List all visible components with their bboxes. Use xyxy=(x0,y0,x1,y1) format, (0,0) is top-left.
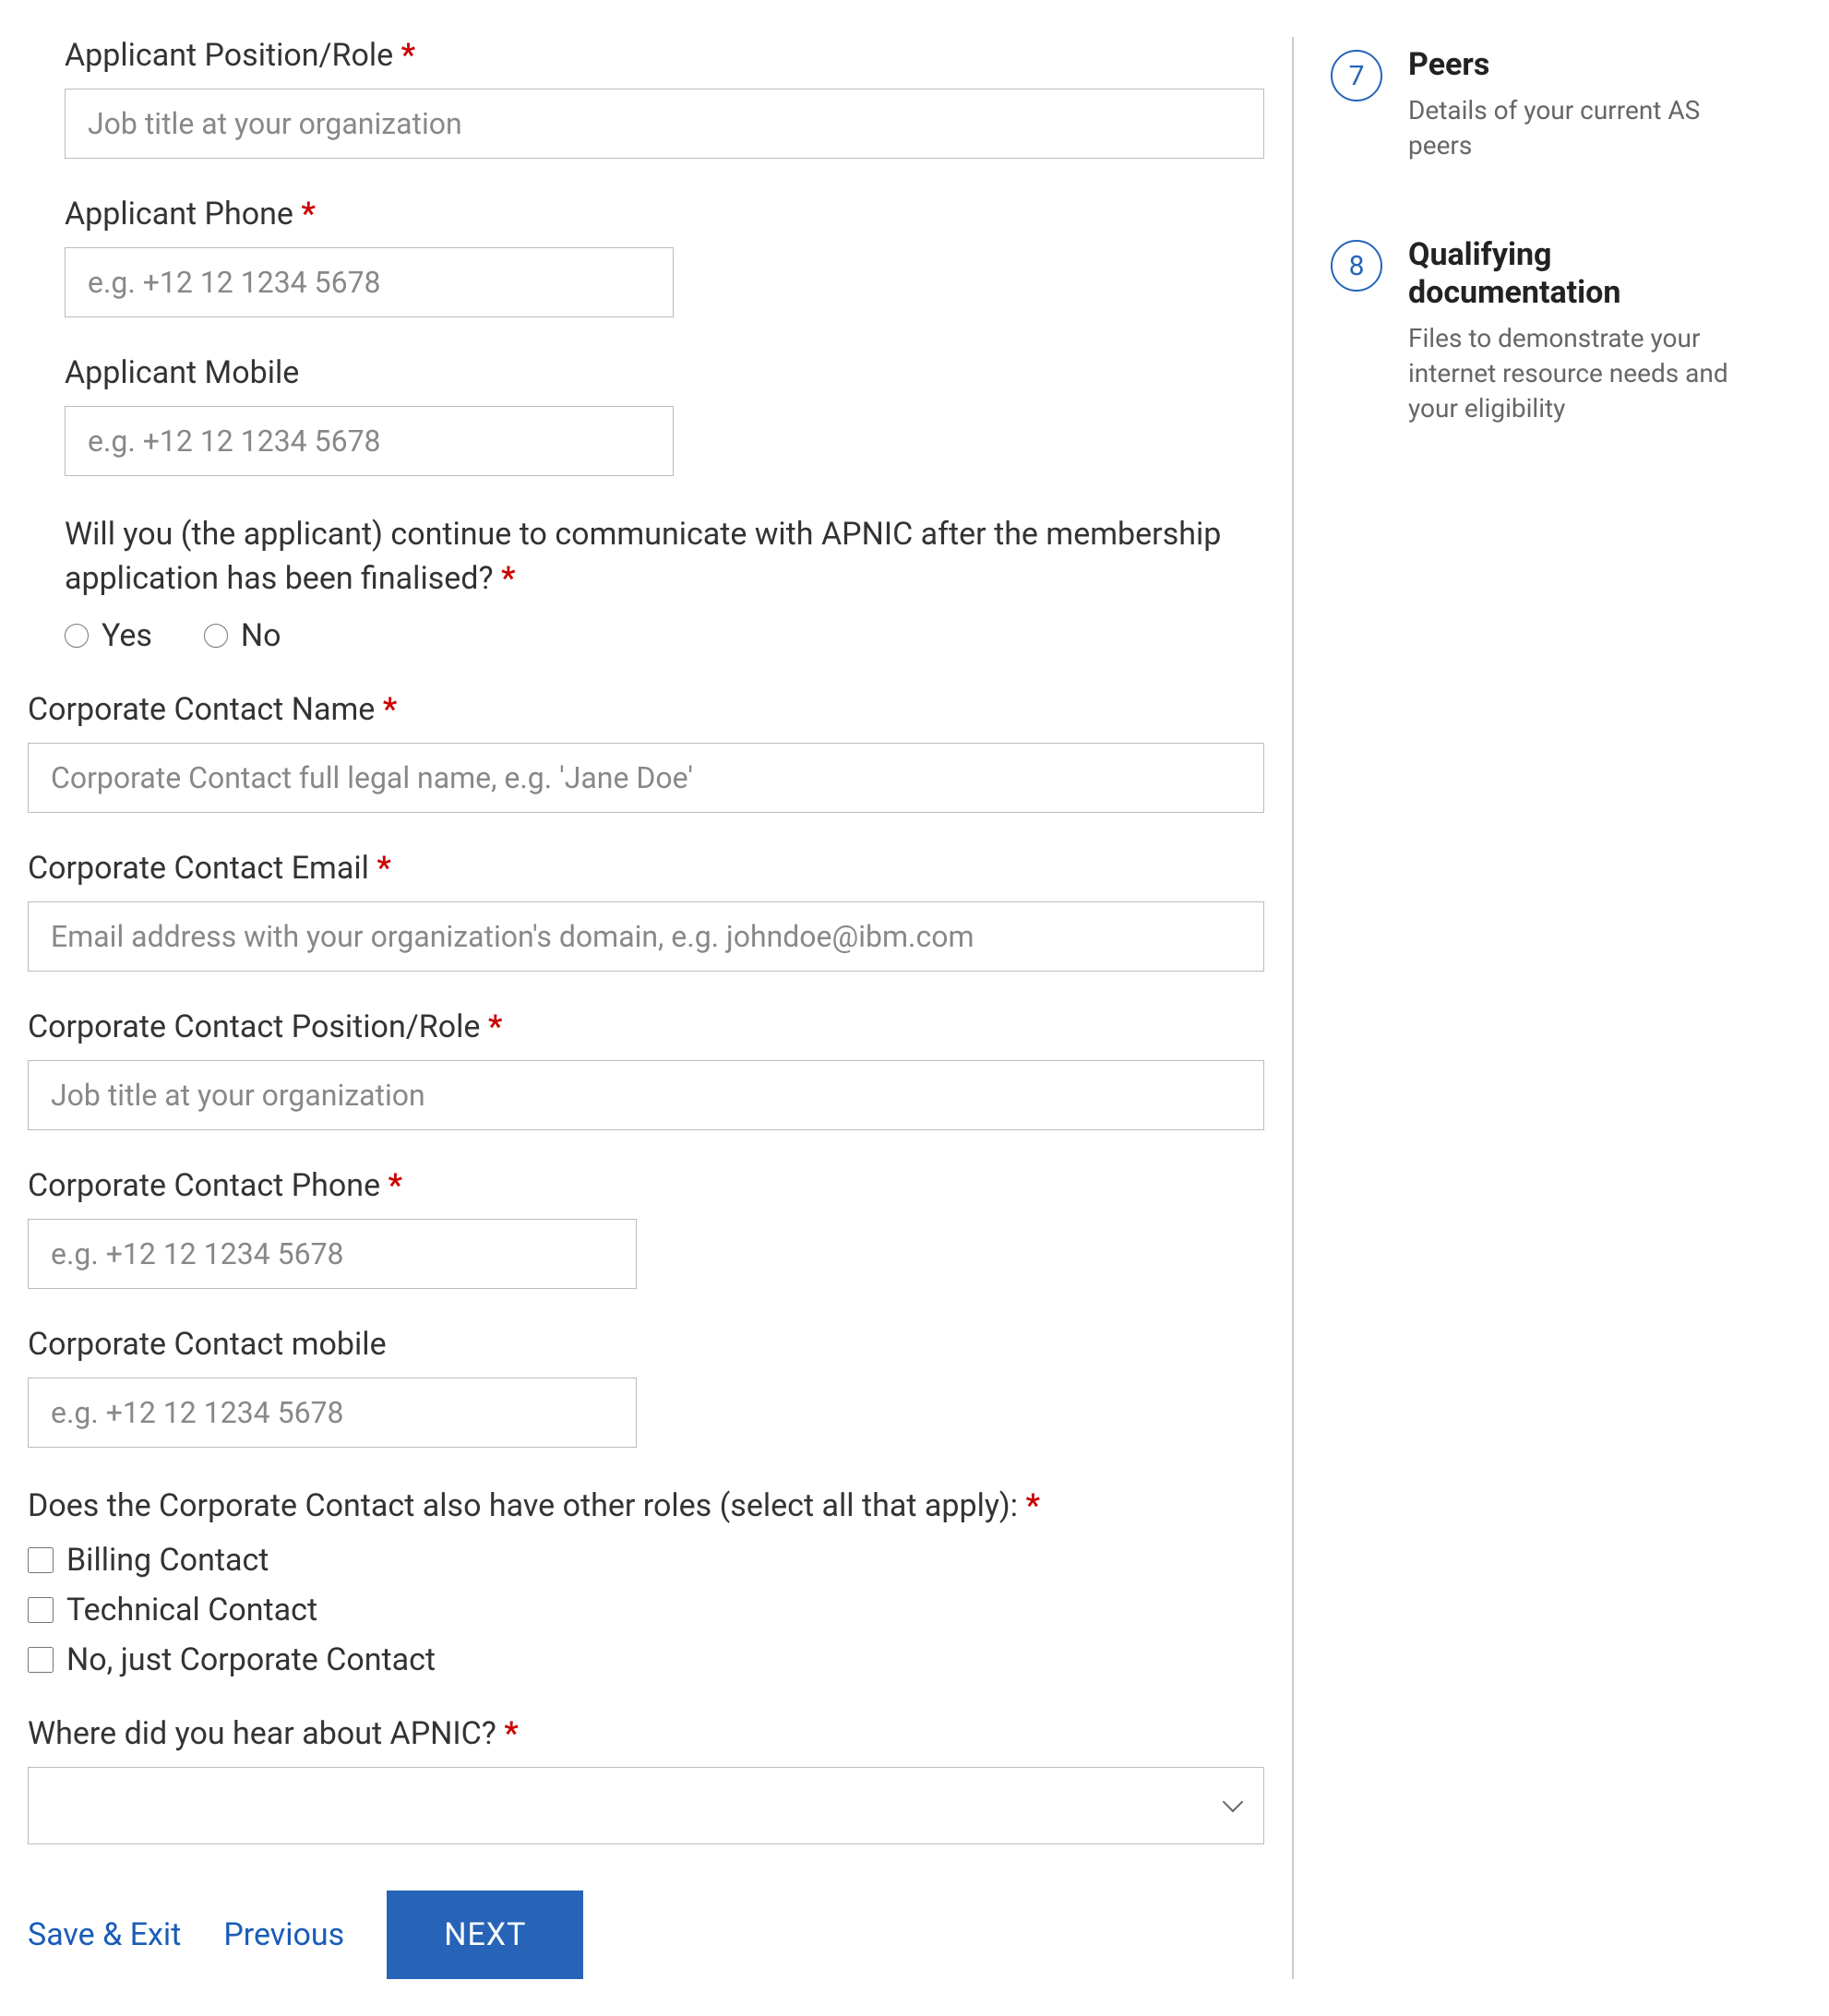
select-hear-about[interactable] xyxy=(28,1767,1264,1844)
save-exit-button[interactable]: Save & Exit xyxy=(28,1916,181,1953)
label-corp-role: Corporate Contact Position/Role * xyxy=(28,1008,1264,1045)
radio-input-yes[interactable] xyxy=(65,624,89,648)
step-desc: Files to demonstrate your internet resou… xyxy=(1408,321,1746,425)
label-corp-name: Corporate Contact Name * xyxy=(28,691,1264,728)
step-number-icon: 7 xyxy=(1331,50,1382,101)
radio-continue-yes[interactable]: Yes xyxy=(65,617,152,654)
input-corp-name[interactable] xyxy=(28,743,1264,813)
input-corp-email[interactable] xyxy=(28,901,1264,972)
label-corp-phone: Corporate Contact Phone * xyxy=(28,1167,1264,1204)
check-label-technical: Technical Contact xyxy=(66,1592,317,1628)
field-corp-role: Corporate Contact Position/Role * xyxy=(28,1008,1264,1130)
label-corp-other-roles: Does the Corporate Contact also have oth… xyxy=(28,1485,1264,1529)
check-input-none[interactable] xyxy=(28,1647,54,1673)
check-input-billing[interactable] xyxy=(28,1547,54,1573)
step-7[interactable]: 7 Peers Details of your current AS peers xyxy=(1331,46,1746,162)
check-input-technical[interactable] xyxy=(28,1597,54,1623)
input-corp-role[interactable] xyxy=(28,1060,1264,1130)
radio-input-no[interactable] xyxy=(204,624,228,648)
step-title: Qualifying documentation xyxy=(1408,236,1746,312)
check-none[interactable]: No, just Corporate Contact xyxy=(28,1641,1264,1678)
radio-continue-no[interactable]: No xyxy=(204,617,281,654)
step-desc: Details of your current AS peers xyxy=(1408,93,1746,163)
field-hear-about: Where did you hear about APNIC? * xyxy=(28,1715,1264,1844)
previous-button[interactable]: Previous xyxy=(223,1916,344,1953)
field-continue-comm: Will you (the applicant) continue to com… xyxy=(65,513,1264,654)
input-applicant-mobile[interactable] xyxy=(65,406,674,476)
step-number-icon: 8 xyxy=(1331,240,1382,292)
field-corp-name: Corporate Contact Name * xyxy=(28,691,1264,813)
field-corp-phone: Corporate Contact Phone * xyxy=(28,1167,1264,1289)
input-applicant-role[interactable] xyxy=(65,89,1264,159)
check-label-billing: Billing Contact xyxy=(66,1542,269,1579)
field-corp-email: Corporate Contact Email * xyxy=(28,850,1264,972)
field-applicant-role: Applicant Position/Role * xyxy=(65,37,1264,159)
input-corp-mobile[interactable] xyxy=(28,1378,637,1448)
label-applicant-mobile: Applicant Mobile xyxy=(65,354,1264,391)
check-label-none: No, just Corporate Contact xyxy=(66,1641,436,1678)
field-applicant-phone: Applicant Phone * xyxy=(65,196,1264,317)
radio-label-yes: Yes xyxy=(102,617,152,654)
next-button[interactable]: NEXT xyxy=(387,1891,583,1979)
field-corp-mobile: Corporate Contact mobile xyxy=(28,1326,1264,1448)
label-applicant-phone: Applicant Phone * xyxy=(65,196,1264,233)
field-applicant-mobile: Applicant Mobile xyxy=(65,354,1264,476)
input-applicant-phone[interactable] xyxy=(65,247,674,317)
label-corp-email: Corporate Contact Email * xyxy=(28,850,1264,887)
form-main: Applicant Position/Role * Applicant Phon… xyxy=(0,0,1292,2016)
step-title: Peers xyxy=(1408,46,1746,84)
label-corp-mobile: Corporate Contact mobile xyxy=(28,1326,1264,1363)
button-row: Save & Exit Previous NEXT xyxy=(28,1891,1264,1979)
radio-label-no: No xyxy=(241,617,281,654)
step-8[interactable]: 8 Qualifying documentation Files to demo… xyxy=(1331,236,1746,425)
label-hear-about: Where did you hear about APNIC? * xyxy=(28,1715,1264,1752)
label-continue-comm: Will you (the applicant) continue to com… xyxy=(65,513,1264,601)
check-technical[interactable]: Technical Contact xyxy=(28,1592,1264,1628)
check-billing[interactable]: Billing Contact xyxy=(28,1542,1264,1579)
input-corp-phone[interactable] xyxy=(28,1219,637,1289)
label-applicant-role: Applicant Position/Role * xyxy=(65,37,1264,74)
steps-sidebar: 7 Peers Details of your current AS peers… xyxy=(1294,0,1783,2016)
field-corp-other-roles: Does the Corporate Contact also have oth… xyxy=(28,1485,1264,1678)
